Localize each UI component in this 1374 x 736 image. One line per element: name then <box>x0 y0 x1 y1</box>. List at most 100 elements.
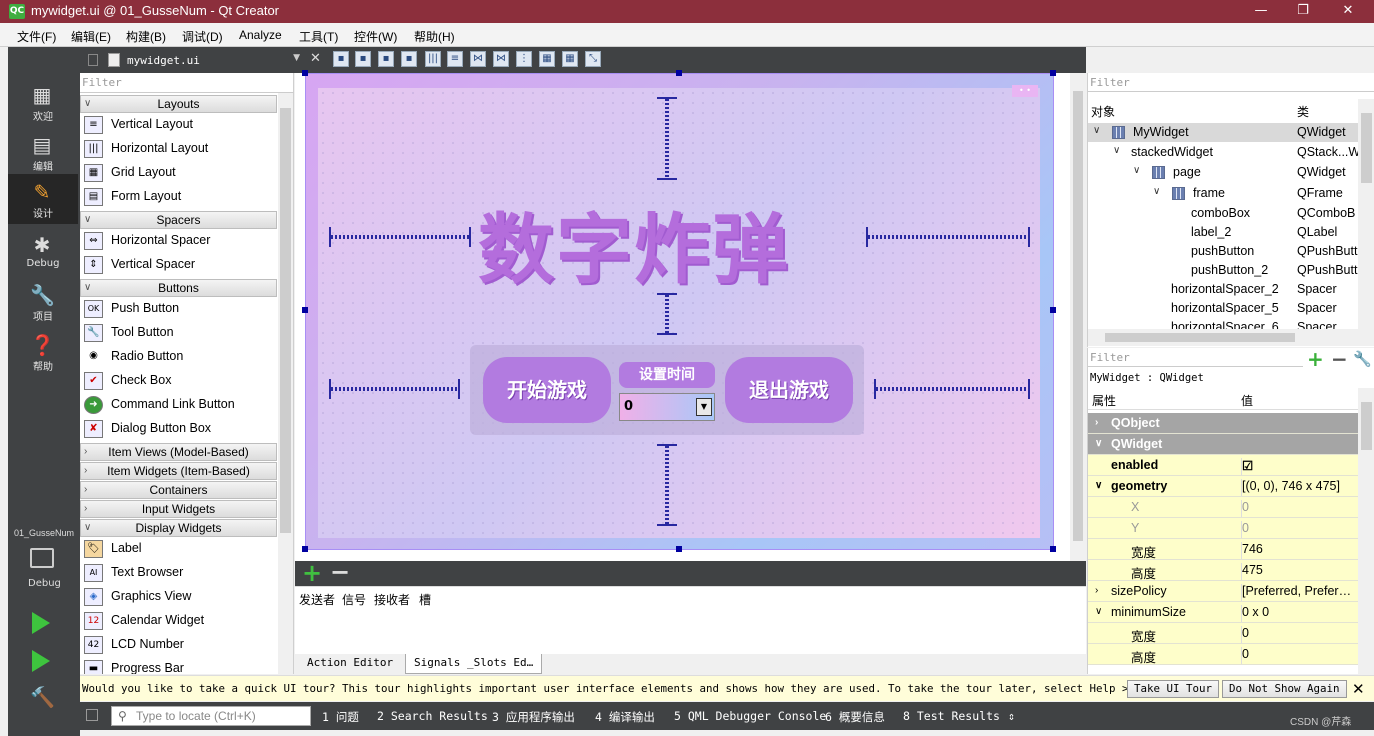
add-property-icon[interactable]: + <box>1307 348 1324 370</box>
break-layout-icon[interactable]: ▦ <box>562 51 578 67</box>
canvas-scrollbar[interactable] <box>1070 73 1086 561</box>
widget-item-horizontal-layout[interactable]: ||| Horizontal Layout <box>80 137 277 161</box>
menu-edit[interactable]: 编辑(E) <box>71 28 111 45</box>
menu-build[interactable]: 构建(B) <box>126 28 166 45</box>
output-tab-search-results[interactable]: 2 Search Results <box>377 709 488 723</box>
scrollbar-thumb[interactable] <box>1361 113 1372 183</box>
widget-item-grid-layout[interactable]: ▦ Grid Layout <box>80 161 277 185</box>
column-signal[interactable]: 信号 <box>342 591 366 608</box>
horizontal-spacer[interactable] <box>874 379 1030 399</box>
do-not-show-again-button[interactable]: Do Not Show Again <box>1222 680 1347 698</box>
scrollbar-thumb[interactable] <box>280 108 291 533</box>
widget-item-progress-bar[interactable]: ▬ Progress Bar <box>80 657 277 674</box>
property-row[interactable]: 宽度 0 <box>1088 623 1358 644</box>
widget-item-graphics-view[interactable]: ◈ Graphics View <box>80 585 277 609</box>
layout-form-icon[interactable]: ⋮ <box>516 51 532 67</box>
mode-edit[interactable]: ▤ 编辑 <box>8 127 78 177</box>
locator-input[interactable]: ⚲ Type to locate (Ctrl+K) <box>111 706 311 726</box>
tab-action-editor[interactable]: Action Editor <box>299 654 401 674</box>
column-property[interactable]: 属性 <box>1092 392 1116 409</box>
property-row[interactable]: 高度 475 <box>1088 560 1358 581</box>
output-tab-test-results[interactable]: 8 Test Results <box>903 709 1000 723</box>
time-combobox[interactable]: 0 ▼ <box>619 393 715 421</box>
widget-item-dialog-button-box[interactable]: ✘ Dialog Button Box <box>80 417 277 441</box>
chevron-down-icon[interactable]: ▼ <box>696 398 712 416</box>
object-filter-input[interactable]: Filter <box>1088 73 1374 92</box>
property-row[interactable]: Y0 <box>1088 518 1358 539</box>
object-inspector-hscrollbar[interactable] <box>1088 329 1374 346</box>
remove-icon[interactable]: − <box>330 560 350 584</box>
enabled-checkbox[interactable]: ☑ <box>1241 458 1358 475</box>
layout-h-splitter-icon[interactable]: ⋈ <box>470 51 486 67</box>
tree-row[interactable]: label_2 QLabel <box>1088 223 1358 242</box>
edit-widgets-icon[interactable]: ▪ <box>333 51 349 67</box>
add-icon[interactable]: + <box>302 561 322 585</box>
layout-horizontal-icon[interactable]: ||| <box>425 51 441 67</box>
scrollbar-thumb[interactable] <box>1073 91 1083 541</box>
property-row[interactable]: 高度 0 <box>1088 644 1358 665</box>
tree-row[interactable]: ∨ page QWidget <box>1088 163 1358 182</box>
property-value[interactable]: [Preferred, Prefer… <box>1241 584 1358 601</box>
output-tab-compile-output[interactable]: 4 编译输出 <box>595 709 655 725</box>
column-sender[interactable]: 发送者 <box>299 591 335 608</box>
resize-handle[interactable] <box>302 70 308 76</box>
scrollbar-thumb[interactable] <box>1361 402 1372 450</box>
category-display-widgets[interactable]: ∨ Display Widgets <box>80 519 277 537</box>
scrollbar-thumb[interactable] <box>1105 333 1295 342</box>
output-tab-qml-debugger[interactable]: 5 QML Debugger Console <box>674 709 826 723</box>
property-value[interactable]: 0 <box>1241 626 1358 643</box>
mode-design[interactable]: ✎ 设计 <box>8 174 78 224</box>
widget-item-command-link-button[interactable]: ➜ Command Link Button <box>80 393 277 417</box>
close-button[interactable]: ✕ <box>1333 2 1363 20</box>
resize-handle[interactable] <box>676 70 682 76</box>
object-inspector-scrollbar[interactable] <box>1358 99 1374 329</box>
output-tab-general-messages[interactable]: 6 概要信息 <box>825 709 885 725</box>
widget-item-form-layout[interactable]: ▤ Form Layout <box>80 185 277 209</box>
property-group[interactable]: › QObject <box>1088 413 1358 434</box>
menu-controls[interactable]: 控件(W) <box>354 28 397 45</box>
property-row[interactable]: enabled ☑ <box>1088 455 1358 476</box>
monitor-icon[interactable] <box>30 548 54 568</box>
resize-handle[interactable] <box>1050 307 1056 313</box>
tree-row[interactable]: ∨ stackedWidget QStack...W <box>1088 143 1359 162</box>
column-value[interactable]: 值 <box>1241 392 1253 409</box>
project-selector[interactable]: 01_GusseNum <box>14 528 74 538</box>
horizontal-spacer[interactable] <box>866 227 1030 247</box>
mode-debug[interactable]: ✱ Debug <box>8 227 78 277</box>
layout-vertical-icon[interactable]: ≡ <box>447 51 463 67</box>
widget-item-horizontal-spacer[interactable]: ⇔ Horizontal Spacer <box>80 229 277 253</box>
widget-item-vertical-spacer[interactable]: ⇕ Vertical Spacer <box>80 253 277 277</box>
widget-item-lcd-number[interactable]: 42 LCD Number <box>80 633 277 657</box>
column-receiver[interactable]: 接收者 <box>374 591 410 608</box>
resize-handle[interactable] <box>302 546 308 552</box>
widget-item-label[interactable]: 🏷 Label <box>80 537 277 561</box>
property-row[interactable]: 宽度 746 <box>1088 539 1358 560</box>
debug-run-icon[interactable] <box>32 650 50 672</box>
category-containers[interactable]: › Containers <box>80 481 277 499</box>
horizontal-spacer[interactable] <box>329 227 471 247</box>
category-layouts[interactable]: ∨ Layouts <box>80 95 277 113</box>
menu-analyze[interactable]: Analyze <box>239 28 282 42</box>
column-slot[interactable]: 槽 <box>419 591 431 608</box>
property-value[interactable]: 0 <box>1241 647 1358 664</box>
mode-projects[interactable]: 🔧 项目 <box>8 277 78 327</box>
adjust-size-icon[interactable]: ⤡ <box>585 51 601 67</box>
wrench-icon[interactable]: 🔧 <box>1353 348 1372 370</box>
column-class[interactable]: 类 <box>1297 103 1309 120</box>
property-group[interactable]: ∨ QWidget <box>1088 434 1358 455</box>
hammer-icon[interactable]: 🔨 <box>30 686 55 708</box>
category-item-views[interactable]: › Item Views (Model-Based) <box>80 443 277 461</box>
edit-signals-icon[interactable]: ▪ <box>355 51 371 67</box>
quit-game-button[interactable]: 退出游戏 <box>725 357 853 423</box>
menu-debug[interactable]: 调试(D) <box>182 28 223 45</box>
property-filter-input[interactable]: Filter <box>1088 348 1303 367</box>
column-object[interactable]: 对象 <box>1091 103 1115 120</box>
category-item-widgets[interactable]: › Item Widgets (Item-Based) <box>80 462 277 480</box>
form-mywidget[interactable] <box>305 73 1054 550</box>
property-value[interactable]: 0 <box>1241 521 1358 538</box>
mode-welcome[interactable]: ▦ 欢迎 <box>8 77 78 127</box>
minimize-button[interactable]: — <box>1246 2 1276 20</box>
close-document-icon[interactable]: ✕ <box>310 51 321 66</box>
widget-item-check-box[interactable]: ✔ Check Box <box>80 369 277 393</box>
maximize-button[interactable]: ❐ <box>1288 2 1318 20</box>
